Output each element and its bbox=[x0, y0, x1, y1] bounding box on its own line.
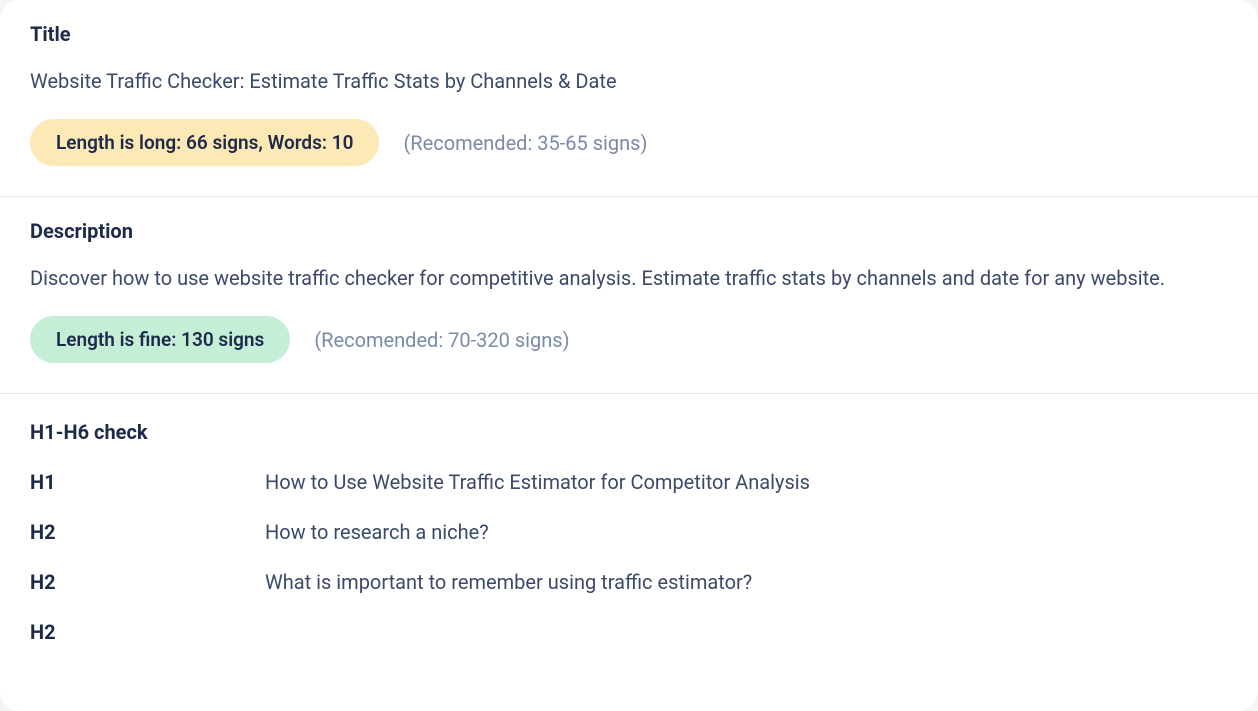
heading-row: H2 How to research a niche? bbox=[30, 520, 1228, 544]
heading-level: H2 bbox=[30, 520, 265, 544]
description-section: Description Discover how to use website … bbox=[0, 197, 1258, 394]
title-badge-row: Length is long: 66 signs, Words: 10 (Rec… bbox=[30, 119, 1228, 166]
description-length-badge: Length is fine: 130 signs bbox=[30, 316, 290, 363]
heading-text: What is important to remember using traf… bbox=[265, 570, 752, 594]
description-text: Discover how to use website traffic chec… bbox=[30, 263, 1228, 294]
headings-list: H1 How to Use Website Traffic Estimator … bbox=[30, 470, 1228, 644]
title-heading: Title bbox=[30, 22, 1228, 46]
title-section: Title Website Traffic Checker: Estimate … bbox=[0, 0, 1258, 197]
heading-level: H2 bbox=[30, 570, 265, 594]
heading-row: H2 bbox=[30, 620, 1228, 644]
headings-heading: H1-H6 check bbox=[30, 420, 1228, 444]
title-recommended: (Recomended: 35-65 signs) bbox=[403, 131, 647, 155]
seo-meta-card: Title Website Traffic Checker: Estimate … bbox=[0, 0, 1258, 711]
heading-row: H1 How to Use Website Traffic Estimator … bbox=[30, 470, 1228, 494]
description-recommended: (Recomended: 70-320 signs) bbox=[314, 328, 569, 352]
description-heading: Description bbox=[30, 219, 1228, 243]
headings-section: H1-H6 check H1 How to Use Website Traffi… bbox=[0, 394, 1258, 644]
description-badge-row: Length is fine: 130 signs (Recomended: 7… bbox=[30, 316, 1228, 363]
title-text: Website Traffic Checker: Estimate Traffi… bbox=[30, 66, 1228, 97]
heading-level: H1 bbox=[30, 470, 265, 494]
heading-level: H2 bbox=[30, 620, 265, 644]
title-length-badge: Length is long: 66 signs, Words: 10 bbox=[30, 119, 379, 166]
heading-row: H2 What is important to remember using t… bbox=[30, 570, 1228, 594]
heading-text: How to research a niche? bbox=[265, 520, 489, 544]
heading-text: How to Use Website Traffic Estimator for… bbox=[265, 470, 810, 494]
